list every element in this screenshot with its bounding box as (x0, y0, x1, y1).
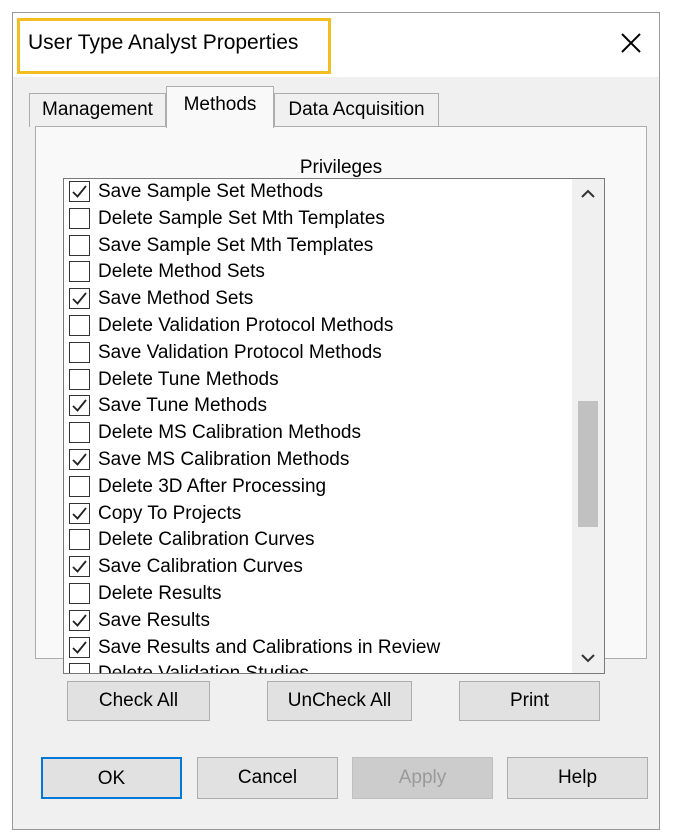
checkmark-icon (72, 560, 87, 573)
help-button[interactable]: Help (507, 757, 648, 799)
apply-button[interactable]: Apply (352, 757, 493, 799)
privilege-item[interactable]: Save Sample Set Mth Templates (64, 233, 572, 260)
privilege-item[interactable]: Save Results and Calibrations in Review (64, 635, 572, 662)
checkbox-unchecked[interactable] (69, 261, 90, 283)
privilege-item[interactable]: Save Tune Methods (64, 393, 572, 420)
checkmark-icon (72, 614, 87, 627)
close-icon (621, 33, 641, 53)
checkmark-icon (72, 640, 87, 654)
tab-management[interactable]: Management (29, 93, 166, 127)
privilege-item[interactable]: Save Validation Protocol Methods (64, 340, 572, 367)
checkbox-unchecked[interactable] (69, 422, 90, 444)
privilege-label: Delete Validation Studies (98, 663, 309, 674)
privilege-item[interactable]: Copy To Projects (64, 501, 572, 528)
checkbox-checked[interactable] (69, 636, 90, 658)
scroll-down-button[interactable] (572, 643, 604, 673)
title-bar: User Type Analyst Properties (13, 13, 659, 77)
checkbox-unchecked[interactable] (69, 341, 90, 363)
privilege-item[interactable]: Delete Results (64, 581, 572, 608)
checkbox-unchecked[interactable] (69, 582, 90, 604)
checkbox-checked[interactable] (69, 556, 90, 578)
privilege-item[interactable]: Delete Validation Protocol Methods (64, 313, 572, 340)
checkmark-icon (72, 506, 87, 520)
privilege-item[interactable]: Save Sample Set Methods (64, 179, 572, 206)
properties-dialog: User Type Analyst Properties Management … (12, 12, 660, 830)
uncheck-all-button[interactable]: UnCheck All (267, 681, 412, 721)
privilege-item[interactable]: Save MS Calibration Methods (64, 447, 572, 474)
checkbox-checked[interactable] (69, 609, 90, 631)
checkmark-icon (72, 292, 87, 306)
chevron-down-icon (581, 654, 595, 663)
privilege-label: Delete Tune Methods (98, 368, 279, 390)
checkbox-unchecked[interactable] (69, 368, 90, 390)
close-button[interactable] (613, 25, 649, 61)
privilege-label: Delete 3D After Processing (98, 475, 327, 497)
dialog-title: User Type Analyst Properties (28, 31, 299, 54)
checkbox-unchecked[interactable] (69, 314, 90, 336)
privilege-item[interactable]: Delete Calibration Curves (64, 527, 572, 554)
privilege-label: Save Sample Set Mth Templates (98, 234, 374, 256)
checkbox-checked[interactable] (69, 395, 90, 417)
privilege-label: Save Sample Set Methods (98, 181, 323, 202)
privilege-label: Save Method Sets (98, 288, 254, 310)
privilege-label: Delete Sample Set Mth Templates (98, 207, 385, 229)
privilege-label: Save MS Calibration Methods (98, 448, 350, 470)
vertical-scrollbar[interactable] (572, 179, 604, 673)
tab-data-acquisition[interactable]: Data Acquisition (274, 93, 439, 127)
privilege-item[interactable]: Save Results (64, 608, 572, 635)
checkbox-checked[interactable] (69, 448, 90, 470)
check-all-button[interactable]: Check All (67, 681, 210, 721)
privilege-label: Delete Calibration Curves (98, 529, 315, 551)
ok-button[interactable]: OK (41, 757, 182, 799)
privilege-item[interactable]: Save Method Sets (64, 286, 572, 313)
methods-tab-panel: Privileges Save Sample Set Methods Delete… (35, 126, 647, 674)
privilege-item[interactable]: Delete Method Sets (64, 259, 572, 286)
privilege-label: Delete Method Sets (98, 261, 265, 283)
privilege-label: Save Results and Calibrations in Review (98, 636, 441, 658)
privilege-label: Copy To Projects (98, 502, 242, 524)
privilege-item[interactable]: Delete 3D After Processing (64, 474, 572, 501)
checkbox-unchecked[interactable] (69, 234, 90, 256)
checkbox-unchecked[interactable] (69, 529, 90, 551)
checkbox-checked[interactable] (69, 502, 90, 524)
cancel-button[interactable]: Cancel (197, 757, 338, 799)
privilege-item[interactable]: Delete MS Calibration Methods (64, 420, 572, 447)
privilege-item[interactable]: Delete Validation Studies (64, 661, 572, 674)
checkbox-checked[interactable] (69, 181, 90, 202)
scroll-up-button[interactable] (572, 179, 604, 209)
privilege-item[interactable]: Save Calibration Curves (64, 554, 572, 581)
privileges-list-items: Save Sample Set Methods Delete Sample Set… (64, 179, 572, 674)
checkbox-checked[interactable] (69, 288, 90, 310)
checkmark-icon (72, 453, 87, 466)
checkbox-unchecked[interactable] (69, 475, 90, 497)
privilege-item[interactable]: Delete Tune Methods (64, 367, 572, 394)
chevron-up-icon (581, 189, 595, 198)
checkmark-icon (72, 399, 87, 413)
privileges-heading: Privileges (299, 157, 383, 178)
privilege-label: Delete MS Calibration Methods (98, 422, 361, 444)
tab-methods[interactable]: Methods (166, 86, 274, 128)
privilege-label: Delete Validation Protocol Methods (98, 314, 394, 336)
privilege-label: Save Tune Methods (98, 395, 267, 417)
scrollbar-thumb[interactable] (578, 401, 598, 527)
print-button[interactable]: Print (459, 681, 600, 721)
privilege-label: Save Calibration Curves (98, 556, 303, 578)
checkmark-icon (72, 185, 87, 198)
privilege-label: Delete Results (98, 582, 222, 604)
privileges-list[interactable]: Save Sample Set Methods Delete Sample Set… (63, 178, 605, 674)
privilege-item[interactable]: Delete Sample Set Mth Templates (64, 206, 572, 233)
checkbox-unchecked[interactable] (69, 207, 90, 229)
privilege-label: Save Validation Protocol Methods (98, 341, 382, 363)
checkbox-unchecked[interactable] (69, 663, 90, 673)
privilege-label: Save Results (98, 609, 210, 631)
